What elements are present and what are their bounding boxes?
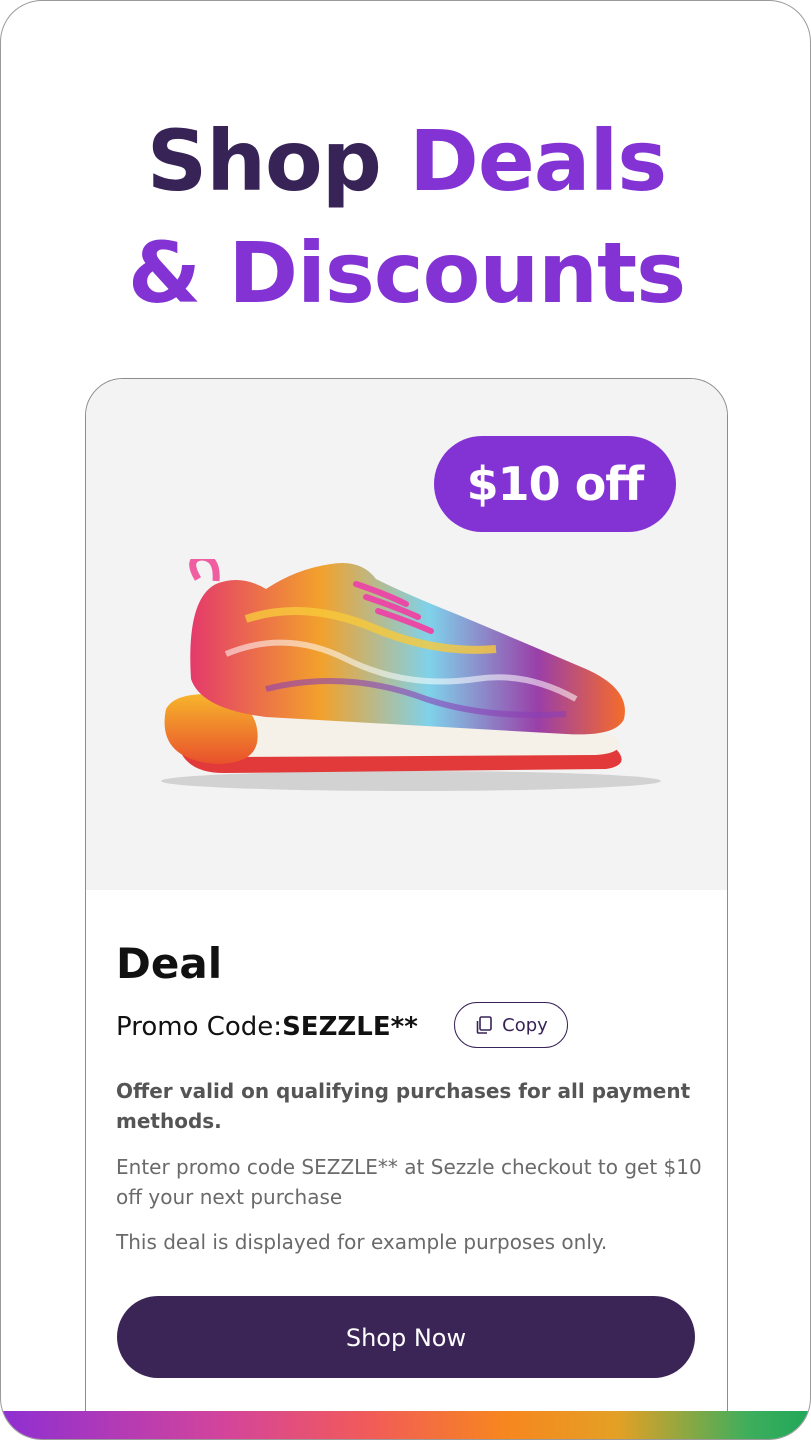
headline-deals: Deals bbox=[409, 112, 667, 210]
sneaker-image bbox=[161, 559, 661, 791]
app-screen: Shop Deals & Discounts $10 off Deal Prom… bbox=[0, 0, 811, 1440]
promo-code-value: SEZZLE** bbox=[282, 1012, 418, 1042]
deal-disclaimer: This deal is displayed for example purpo… bbox=[116, 1230, 608, 1254]
copy-icon bbox=[476, 1016, 492, 1034]
copy-label: Copy bbox=[502, 1014, 548, 1036]
promo-code-label: Promo Code: bbox=[116, 1012, 283, 1042]
page-headline: Shop Deals & Discounts bbox=[1, 105, 810, 329]
headline-discounts: & Discounts bbox=[127, 224, 686, 322]
copy-button[interactable]: Copy bbox=[454, 1002, 568, 1048]
shop-now-button[interactable]: Shop Now bbox=[117, 1296, 695, 1378]
deal-card: $10 off Deal Promo Code: SEZZLE** Copy O… bbox=[85, 378, 728, 1439]
deal-title: Deal bbox=[116, 939, 223, 988]
headline-shop: Shop bbox=[146, 112, 382, 210]
discount-badge: $10 off bbox=[434, 436, 676, 532]
brand-gradient-bar bbox=[1, 1411, 810, 1439]
promo-instructions: Enter promo code SEZZLE** at Sezzle chec… bbox=[116, 1155, 702, 1209]
offer-terms: Offer valid on qualifying purchases for … bbox=[116, 1079, 691, 1133]
promo-code-row: Promo Code: SEZZLE** bbox=[116, 1003, 418, 1051]
deal-hero: $10 off bbox=[86, 379, 727, 890]
